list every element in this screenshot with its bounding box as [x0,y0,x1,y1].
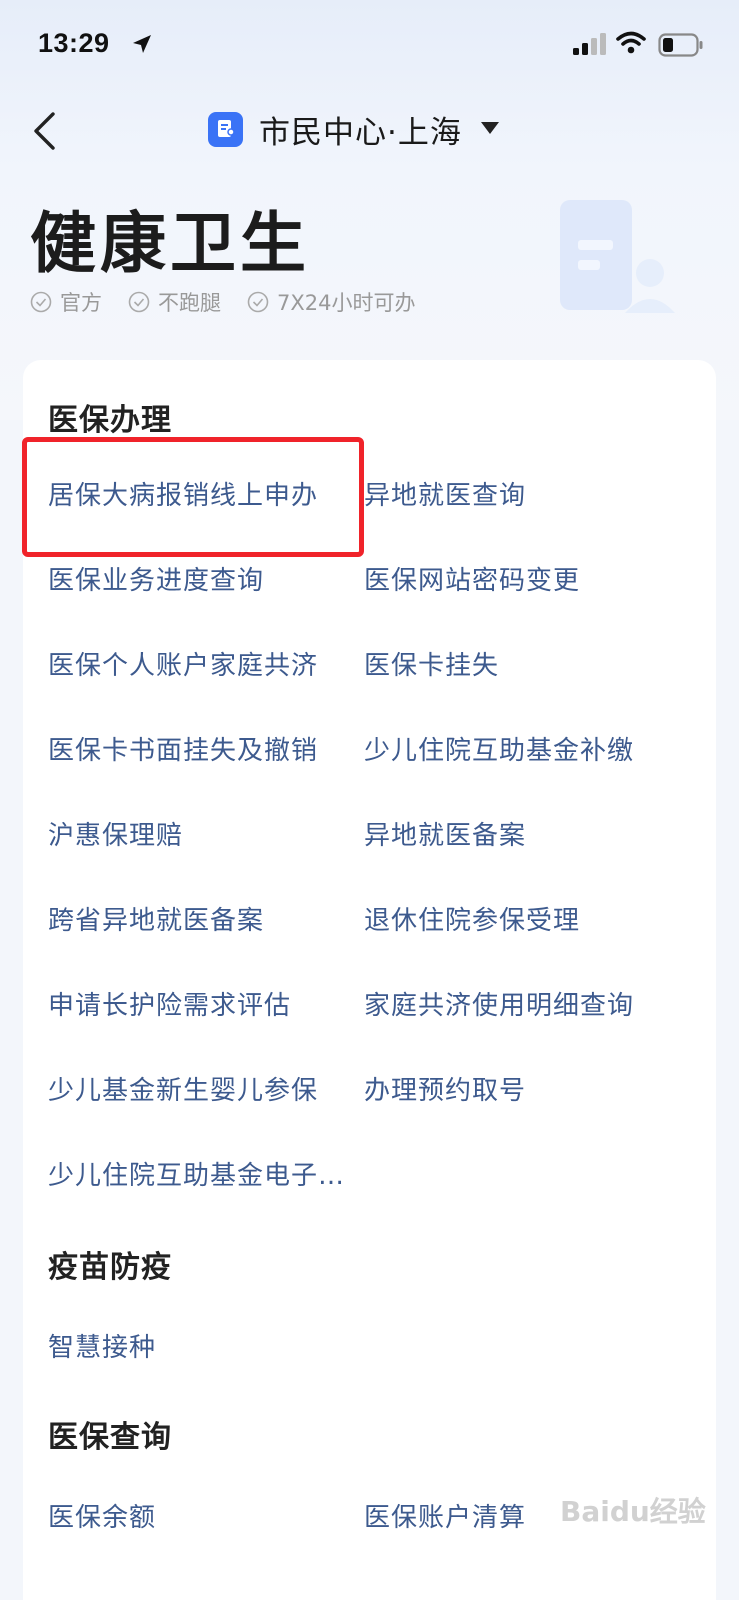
service-link[interactable]: 医保卡挂失 [364,645,499,682]
service-link[interactable]: 医保个人账户家庭共济 [48,645,318,682]
service-tags: 官方 不跑腿 7X24小时可办 [30,287,441,317]
status-bar: 13:29 [0,0,739,95]
watermark: Baidu经验 [560,1495,706,1528]
service-link[interactable]: 医保业务进度查询 [48,560,264,597]
document-illustration-icon [560,195,690,329]
nav-title: 市民中心·上海 [259,114,462,151]
back-chevron-icon [34,112,55,150]
service-link[interactable]: 申请长护险需求评估 [48,985,291,1022]
section-title-insurance-query: 医保查询 [48,1420,172,1455]
service-link[interactable]: 医保卡书面挂失及撤销 [48,730,318,767]
tag-no-visit: 不跑腿 [128,287,221,317]
service-link[interactable]: 智慧接种 [48,1327,156,1364]
signal-icon [573,33,607,59]
service-link[interactable]: 沪惠保理赔 [48,815,183,852]
dropdown-triangle-icon [480,120,500,139]
tag-official: 官方 [30,287,102,317]
tag-label: 不跑腿 [158,291,221,315]
tag-label: 7X24小时可办 [277,291,416,315]
service-link[interactable]: 办理预约取号 [364,1070,526,1107]
service-link[interactable]: 医保账户清算 [364,1497,526,1534]
city-selector[interactable]: 市民中心·上海 [208,109,500,151]
check-circle-icon [30,291,52,313]
app-doc-icon [208,111,243,147]
location-arrow-icon [130,32,154,60]
service-link[interactable]: 跨省异地就医备案 [48,900,264,937]
service-link[interactable]: 医保网站密码变更 [364,560,580,597]
service-link[interactable]: 异地就医查询 [364,475,526,512]
highlight-annotation [22,437,364,557]
status-time: 13:29 [38,28,110,58]
section-title-medical-insurance: 医保办理 [48,403,172,438]
tag-24h: 7X24小时可办 [247,287,415,317]
service-link[interactable]: 家庭共济使用明细查询 [364,985,634,1022]
service-link[interactable]: 医保余额 [48,1497,156,1534]
page-title: 健康卫生 [30,205,310,282]
service-link[interactable]: 退休住院参保受理 [364,900,580,937]
service-link[interactable]: 少儿基金新生婴儿参保 [48,1070,318,1107]
check-circle-icon [247,291,269,313]
service-link[interactable]: 少儿住院互助基金补缴 [364,730,634,767]
service-link[interactable]: 少儿住院互助基金电子… [48,1155,345,1192]
wifi-icon [616,31,646,59]
service-link[interactable]: 异地就医备案 [364,815,526,852]
section-title-vaccine: 疫苗防疫 [48,1250,172,1285]
check-circle-icon [128,291,150,313]
navigation-bar: 市民中心·上海 [0,95,739,167]
battery-icon [658,33,704,61]
tag-label: 官方 [60,291,102,315]
back-button[interactable] [22,107,66,155]
